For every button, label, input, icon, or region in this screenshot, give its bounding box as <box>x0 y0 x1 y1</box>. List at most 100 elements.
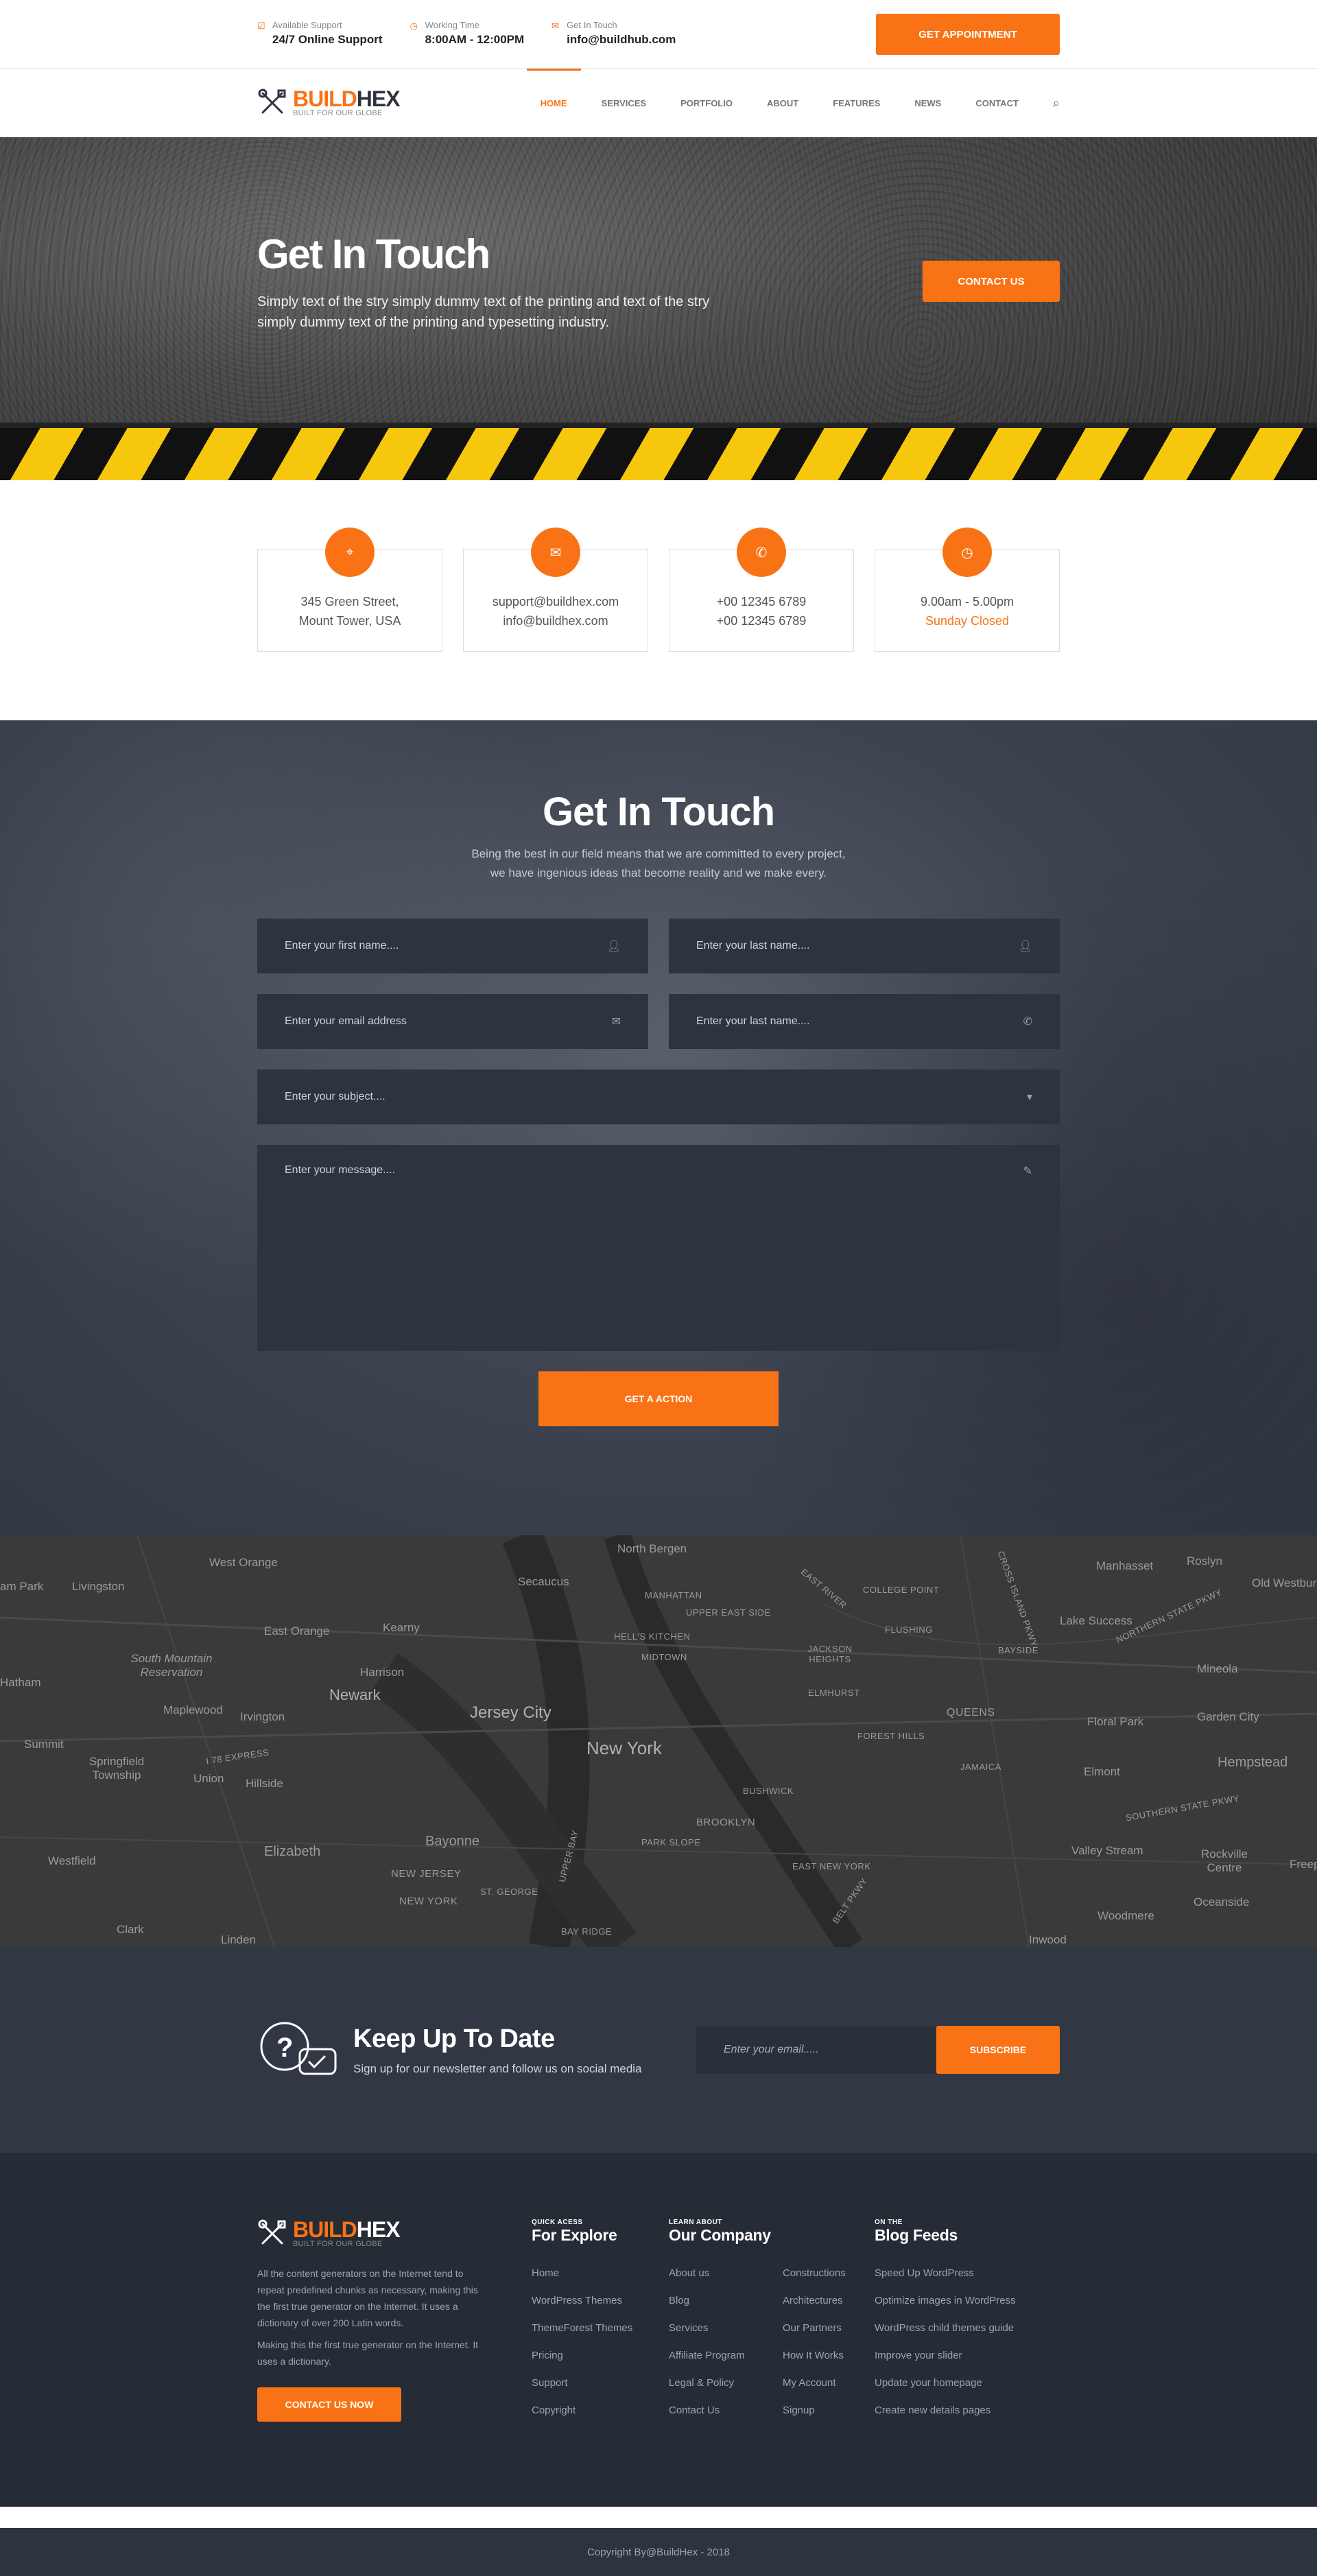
footer-link[interactable]: Constructions <box>783 2260 846 2287</box>
map-label: Livingston <box>72 1580 125 1593</box>
map-label: Hatham <box>0 1676 41 1689</box>
footer-link[interactable]: Affiliate Program <box>669 2342 783 2370</box>
contact-form-section: Get In Touch Being the best in our field… <box>0 720 1317 1535</box>
hero-text: Simply text of the stry simply dummy tex… <box>257 294 710 330</box>
top-info-hours: ◷ Working Time 8:00AM - 12:00PM <box>410 20 525 49</box>
search-icon[interactable]: ⌕ <box>1053 96 1060 110</box>
footer-about: BUILDHEX BUILT FOR OUR GLOBE All the con… <box>257 2219 532 2424</box>
form-subtitle-1: Being the best in our field means that w… <box>471 847 846 860</box>
phone-line-1[interactable]: +00 12345 6789 <box>669 592 853 611</box>
tools-logo-icon <box>258 88 286 114</box>
nav-news[interactable]: NEWS <box>914 69 941 137</box>
envelope-icon: ✉ <box>531 528 580 577</box>
map-label: Inwood <box>1029 1933 1067 1946</box>
last-name-input[interactable]: Enter your last name.... 👤︎ <box>669 919 1060 973</box>
map-label: BROOKLYN <box>696 1817 756 1828</box>
hours-line-1: 9.00am - 5.00pm <box>920 595 1015 608</box>
footer-link[interactable]: Our Partners <box>783 2315 846 2342</box>
map-label: MIDTOWN <box>641 1652 687 1662</box>
email-link[interactable]: info@buildhub.com <box>567 31 676 49</box>
map-label: Roslyn <box>1187 1555 1222 1568</box>
get-action-button[interactable]: GET A ACTION <box>538 1371 779 1426</box>
nav-features[interactable]: FEATURES <box>833 69 880 137</box>
logo[interactable]: BUILDHEX BUILT FOR OUR GLOBE <box>257 86 401 118</box>
newsletter-email-input[interactable]: Enter your email..... <box>696 2026 936 2074</box>
message-textarea[interactable]: Enter your message.... ✎ <box>257 1145 1060 1351</box>
footer-about-text-1: All the content generators on the Intern… <box>257 2268 478 2328</box>
first-name-input[interactable]: Enter your first name.... 👤︎ <box>257 919 648 973</box>
map-label: MANHATTAN <box>645 1590 702 1600</box>
footer-link[interactable]: Optimize images in WordPress <box>875 2287 1060 2315</box>
footer-link[interactable]: Support <box>532 2370 669 2397</box>
nav-about[interactable]: ABOUT <box>767 69 798 137</box>
footer-link[interactable]: Services <box>669 2315 783 2342</box>
footer-link[interactable]: Legal & Policy <box>669 2370 783 2397</box>
footer-link[interactable]: Create new details pages <box>875 2397 1060 2424</box>
map-label: Manhasset <box>1096 1559 1154 1572</box>
footer-link[interactable]: About us <box>669 2260 783 2287</box>
footer-link[interactable]: My Account <box>783 2370 846 2397</box>
map-label: Secaucus <box>518 1575 569 1588</box>
contact-us-now-button[interactable]: CONTACT US NOW <box>257 2387 401 2422</box>
map-label: Westfield <box>48 1854 96 1867</box>
location-map[interactable]: North Bergen West Orange Livingston Seca… <box>0 1535 1317 1947</box>
map-label: East Orange <box>264 1624 330 1638</box>
map-label: BAY RIDGE <box>561 1926 613 1937</box>
map-label: Old Westbury <box>1252 1576 1317 1590</box>
nav-services[interactable]: SERVICES <box>602 69 647 137</box>
hero-title: Get In Touch <box>257 231 490 277</box>
footer-link[interactable]: ThemeForest Themes <box>532 2315 669 2342</box>
contact-form: Enter your first name.... 👤︎ Enter your … <box>257 919 1060 1426</box>
footer-link[interactable]: Copyright <box>532 2397 669 2424</box>
footer-link[interactable]: Home <box>532 2260 669 2287</box>
map-label: West Orange <box>209 1556 278 1569</box>
footer-link[interactable]: Update your homepage <box>875 2370 1060 2397</box>
form-title: Get In Touch <box>542 790 775 834</box>
footer-logo[interactable]: BUILDHEX BUILT FOR OUR GLOBE <box>257 2219 532 2249</box>
main-nav: BUILDHEX BUILT FOR OUR GLOBE HOME SERVIC… <box>0 69 1317 137</box>
map-label: Newark <box>329 1686 381 1703</box>
email-line-1[interactable]: support@buildhex.com <box>464 592 648 611</box>
menu: HOME SERVICES PORTFOLIO ABOUT FEATURES N… <box>506 69 1060 137</box>
brand-name: BUILDHEX <box>293 86 401 111</box>
nav-portfolio[interactable]: PORTFOLIO <box>680 69 733 137</box>
map-label: ELMHURST <box>808 1688 860 1698</box>
footer-link[interactable]: Speed Up WordPress <box>875 2260 1060 2287</box>
footer-link[interactable]: Pricing <box>532 2342 669 2370</box>
explore-title: For Explore <box>532 2226 617 2244</box>
company-kicker: LEARN ABOUT <box>669 2219 722 2226</box>
hazard-stripe <box>0 423 1317 480</box>
get-appointment-button[interactable]: GET APPOINTMENT <box>876 14 1060 55</box>
nav-home[interactable]: HOME <box>526 69 581 137</box>
map-label: New York <box>586 1738 662 1758</box>
map-label: am Park <box>0 1580 44 1593</box>
footer-link[interactable]: Contact Us <box>669 2397 783 2424</box>
nav-contact[interactable]: CONTACT <box>975 69 1019 137</box>
map-label: Floral Park <box>1087 1715 1144 1728</box>
map-label: Irvington <box>240 1710 285 1723</box>
map-label: BUSHWICK <box>743 1786 794 1796</box>
footer-link[interactable]: WordPress Themes <box>532 2287 669 2315</box>
map-label: Hillside <box>246 1777 283 1790</box>
contact-us-button[interactable]: CONTACT US <box>923 261 1060 302</box>
footer-link[interactable]: Improve your slider <box>875 2342 1060 2370</box>
check-square-icon: ☑ <box>257 21 265 31</box>
subject-select[interactable]: Enter your subject.... ▾ <box>257 1070 1060 1124</box>
footer-link[interactable]: WordPress child themes guide <box>875 2315 1060 2342</box>
form-subtitle-2: we have ingenious ideas that become real… <box>490 866 827 879</box>
subscribe-button[interactable]: SUBSCRIBE <box>936 2026 1060 2074</box>
email-line-2[interactable]: info@buildhex.com <box>464 611 648 630</box>
phone-input[interactable]: Enter your last name.... ✆ <box>669 994 1060 1049</box>
envelope-icon: ✉ <box>611 1016 621 1028</box>
newsletter-section: ? Keep Up To Date Sign up for our newsle… <box>0 1947 1317 2153</box>
footer-link[interactable]: Signup <box>783 2397 846 2424</box>
map-label: South Mountain Reservation <box>130 1652 213 1679</box>
footer-explore: QUICK ACESS For Explore Home WordPress T… <box>532 2219 669 2424</box>
email-input[interactable]: Enter your email address ✉ <box>257 994 648 1049</box>
map-label: Mineola <box>1197 1662 1238 1675</box>
footer-link[interactable]: How It Works <box>783 2342 846 2370</box>
map-label: Elmont <box>1084 1765 1120 1778</box>
footer-link[interactable]: Blog <box>669 2287 783 2315</box>
phone-line-2[interactable]: +00 12345 6789 <box>669 611 853 630</box>
footer-link[interactable]: Architectures <box>783 2287 846 2315</box>
